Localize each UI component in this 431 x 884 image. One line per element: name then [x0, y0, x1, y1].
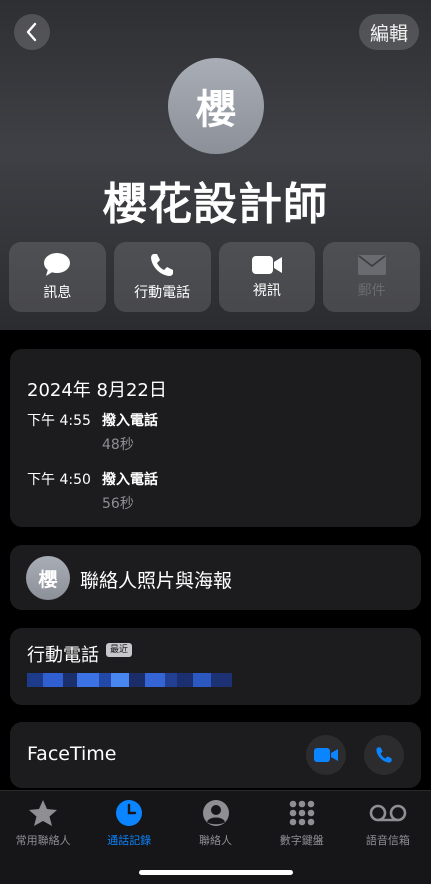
video-action-button[interactable]: 視訊: [218, 242, 316, 312]
call-history-card: 2024年 8月22日 下午 4:55 撥入電話 48秒 下午 4:50 撥入電…: [10, 349, 421, 527]
poster-avatar: 櫻: [26, 556, 70, 600]
tab-label: 通話記錄: [107, 834, 152, 847]
clock-icon: [116, 800, 143, 826]
contact-avatar: 櫻: [168, 58, 264, 154]
back-button[interactable]: [14, 14, 50, 50]
facetime-row: FaceTime: [10, 722, 421, 788]
tab-label: 聯絡人: [199, 834, 232, 847]
video-camera-icon: [314, 748, 338, 762]
facetime-label: FaceTime: [27, 743, 117, 765]
chevron-left-icon: [26, 22, 37, 42]
poster-label: 聯絡人照片與海報: [80, 570, 233, 592]
contact-photo-poster-row[interactable]: 櫻 聯絡人照片與海報: [10, 545, 421, 610]
call-duration: 48秒: [102, 437, 134, 453]
facetime-video-button[interactable]: [306, 735, 346, 775]
mobile-call-action-label: 行動電話: [134, 285, 191, 301]
message-action-button[interactable]: 訊息: [9, 242, 106, 312]
video-camera-icon: [251, 256, 282, 274]
keypad-icon: [289, 800, 315, 826]
contact-name: 櫻花設計師: [103, 179, 328, 230]
call-type: 撥入電話: [102, 472, 158, 488]
facetime-audio-button[interactable]: [364, 735, 404, 775]
video-action-label: 視訊: [252, 283, 281, 299]
call-history-date: 2024年 8月22日: [27, 380, 167, 401]
edit-button[interactable]: 編輯: [359, 14, 419, 50]
tab-label: 數字鍵盤: [279, 834, 324, 847]
call-time: 下午 4:50: [27, 472, 91, 488]
envelope-icon: [357, 255, 386, 275]
phone-icon: [376, 747, 392, 763]
phone-number-redacted: [27, 673, 232, 687]
mail-action-label: 郵件: [357, 283, 386, 299]
contact-header: 編輯 櫻 櫻花設計師 訊息 行動電話 視訊 郵件: [0, 0, 431, 330]
mail-action-button[interactable]: 郵件: [323, 242, 420, 312]
tab-label: 常用聯絡人: [15, 834, 71, 847]
call-type: 撥入電話: [102, 413, 158, 429]
home-indicator: [139, 870, 293, 875]
phone-label: 行動電話: [27, 645, 99, 666]
message-action-label: 訊息: [43, 285, 72, 301]
person-circle-icon: [202, 800, 229, 826]
message-bubble-icon: [44, 253, 71, 276]
star-icon: [29, 800, 58, 826]
quick-actions: 訊息 行動電話 視訊 郵件: [9, 242, 420, 312]
tab-label: 語音信箱: [365, 834, 410, 847]
call-time: 下午 4:55: [27, 413, 91, 429]
call-duration: 56秒: [102, 496, 134, 512]
phone-icon: [151, 254, 174, 276]
tab-voicemail[interactable]: 語音信箱: [345, 791, 431, 884]
recent-badge: 最近: [106, 643, 133, 657]
tab-favorites[interactable]: 常用聯絡人: [0, 791, 86, 884]
mobile-call-action-button[interactable]: 行動電話: [113, 242, 211, 312]
mobile-phone-row[interactable]: 行動電話 最近: [10, 628, 421, 705]
voicemail-icon: [369, 804, 407, 822]
